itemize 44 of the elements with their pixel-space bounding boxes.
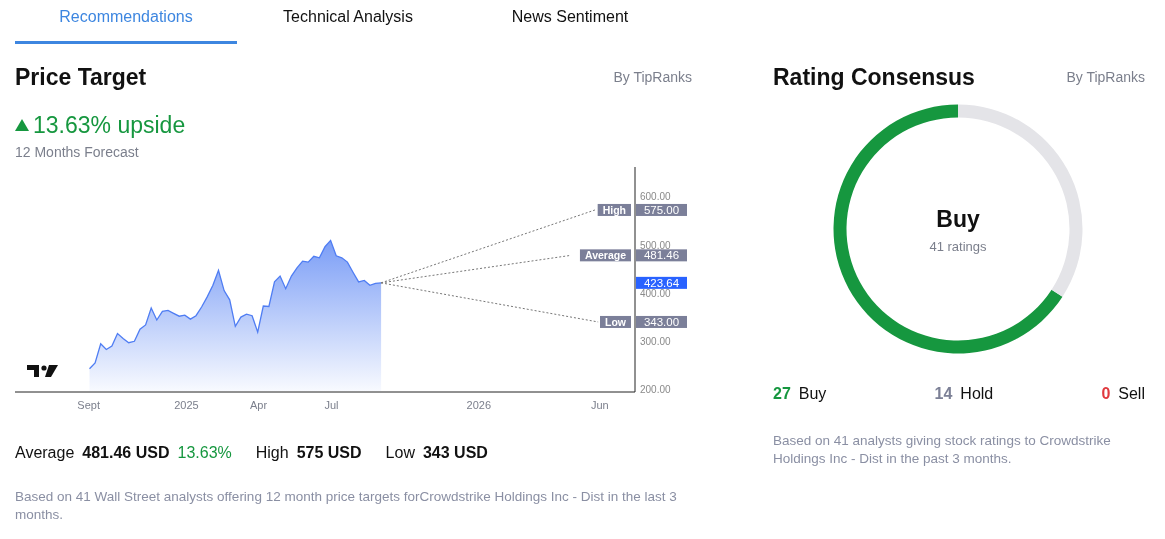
series-label: High [602, 204, 626, 217]
summary-label: High [255, 443, 289, 464]
source-label: By TipRanks [1066, 68, 1145, 88]
forecast-period: 12 Months Forecast [15, 143, 140, 163]
y-axis-label: 200.00 [640, 384, 671, 396]
x-axis-label: 2026 [466, 399, 492, 412]
summary-label: Low [385, 443, 415, 464]
description: Based on 41 Wall Street analysts offering 12 month price targets forCrowdstrike Holdings Inc - Dist in the last 3 months. [15, 488, 678, 525]
section-title: Price Target [15, 64, 147, 92]
rating-count: 14 [934, 383, 953, 404]
summary-value: 343 USD [422, 443, 488, 464]
x-axis-label: 2025 [174, 399, 199, 412]
source-label: By TipRanks [613, 68, 692, 88]
x-axis-label: Sept [77, 399, 100, 412]
rating-label: Hold [960, 383, 994, 404]
price-tag: 575.00 [636, 204, 687, 217]
y-axis-label: 300.00 [640, 336, 671, 348]
summary-label: Average [15, 443, 75, 464]
consensus-verdict: Buy [936, 205, 980, 232]
rating-count: 27 [773, 383, 791, 404]
series-label: Low [605, 316, 627, 329]
upside-text: 13.63% upside [33, 110, 186, 140]
y-axis-label: 500.00 [640, 239, 671, 251]
description: Based on 41 analysts giving stock ratings to Crowdstrike Holdings Inc - Dist in the past 3 months. [773, 431, 1112, 468]
price-tag: 343.00 [636, 316, 687, 329]
x-axis-label: Jun [590, 399, 609, 412]
y-axis-label: 400.00 [640, 287, 671, 299]
series-label: Average [584, 249, 627, 262]
y-axis-label: 600.00 [640, 191, 671, 203]
ratings-count: 41 ratings [929, 238, 987, 254]
target-label-tag: Low [600, 316, 631, 329]
section-title: Rating Consensus [773, 64, 975, 92]
target-label-tag: Average [579, 249, 631, 262]
change-percent: 13.63% [177, 443, 232, 464]
rating-count: 0 [1101, 383, 1111, 404]
x-axis-label: Apr [249, 399, 268, 412]
rating-label: Sell [1118, 383, 1145, 404]
x-axis-label: Jul [324, 399, 339, 412]
price-tag: 423.64 [636, 276, 687, 289]
summary-value: 575 USD [296, 443, 362, 464]
summary-value: 481.46 USD [82, 443, 170, 464]
price-tag: 481.46 [636, 249, 687, 262]
rating-label: Buy [798, 383, 827, 404]
target-label-tag: High [597, 204, 631, 217]
